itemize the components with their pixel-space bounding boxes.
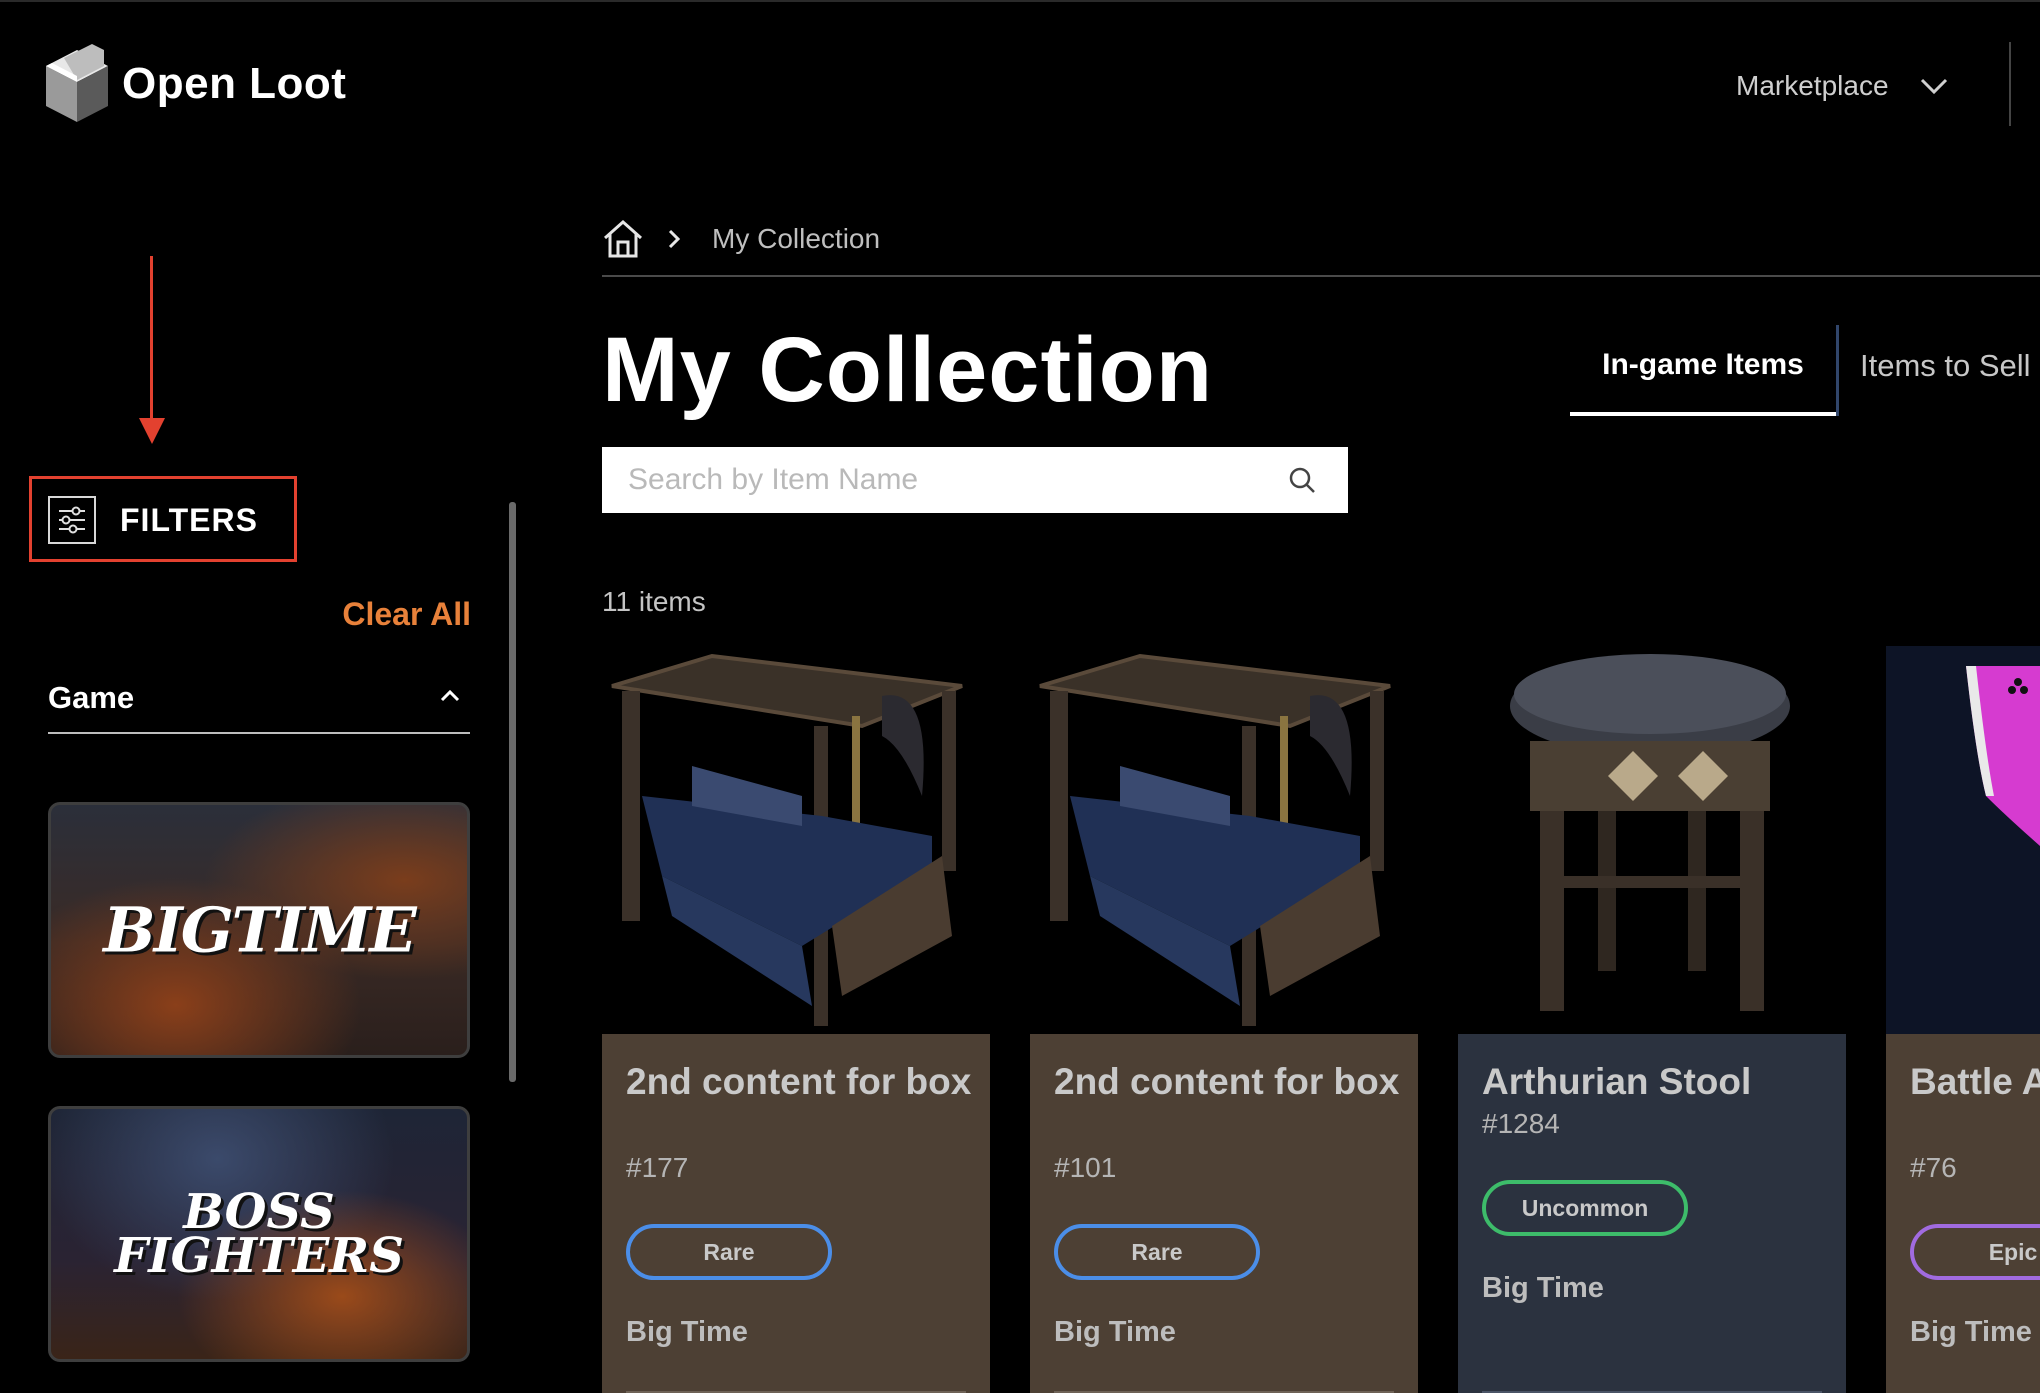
- item-card[interactable]: Battle Axe Palamedes #76 Epic Big Time: [1886, 646, 2040, 1393]
- tab-separator: [1836, 325, 1839, 416]
- logo-text: Open Loot: [122, 59, 347, 108]
- marketplace-label: Marketplace: [1736, 70, 1889, 101]
- treasure-chest-icon: [46, 44, 108, 122]
- item-name: 2nd content for box: [626, 1061, 972, 1102]
- item-id: #177: [626, 1152, 689, 1183]
- breadcrumb: My Collection: [602, 218, 880, 260]
- search-bar: [602, 447, 1348, 513]
- sidebar-scrollbar[interactable]: [509, 502, 516, 1082]
- filters-button[interactable]: FILTERS: [48, 496, 258, 544]
- tab-items-to-sell[interactable]: Items to Sell: [1860, 348, 2031, 384]
- rarity-badge: Epic: [1910, 1224, 2040, 1280]
- chevron-right-icon: [668, 229, 681, 249]
- boss-fighters-logo: BOSS FIGHTERS: [114, 1184, 404, 1284]
- item-game: Big Time: [1482, 1272, 1604, 1304]
- tab-in-game-items[interactable]: In-game Items: [1570, 344, 1836, 416]
- item-image: [1030, 646, 1418, 1034]
- search-input[interactable]: [602, 447, 1262, 513]
- game-card-boss-fighters[interactable]: BOSS FIGHTERS: [48, 1106, 470, 1362]
- rarity-badge: Rare: [1054, 1224, 1260, 1280]
- item-id: #1284: [1482, 1108, 1560, 1139]
- item-card[interactable]: 2nd content for box #177 Rare Big Time: [602, 646, 990, 1393]
- item-game: Big Time: [626, 1316, 748, 1348]
- item-id: #101: [1054, 1152, 1117, 1183]
- canopy-bed-image: [1039, 653, 1391, 1026]
- item-info: 2nd content for box #101 Rare Big Time: [1030, 1034, 1418, 1393]
- game-filter-label: Game: [48, 680, 135, 715]
- sliders-icon: [48, 496, 96, 544]
- filters-label: FILTERS: [120, 501, 258, 538]
- marketplace-menu[interactable]: Marketplace: [1736, 70, 1949, 102]
- annotation-arrow: [150, 256, 153, 424]
- item-count: 11 items: [602, 586, 706, 617]
- home-icon[interactable]: [602, 218, 644, 260]
- bigtime-logo: BIGTIME: [103, 893, 416, 967]
- item-image: [1886, 646, 2040, 1034]
- item-card[interactable]: 2nd content for box #101 Rare Big Time: [1030, 646, 1418, 1393]
- annotation-arrow-head: [139, 418, 165, 444]
- item-image: [602, 646, 990, 1034]
- nav-divider: [2009, 42, 2011, 126]
- item-name: Arthurian Stool: [1482, 1061, 1752, 1102]
- item-name: Battle Axe Palamedes: [1910, 1061, 2040, 1102]
- clear-all-button[interactable]: Clear All: [342, 596, 471, 633]
- rarity-badge: Rare: [626, 1224, 832, 1280]
- item-info: 2nd content for box #177 Rare Big Time: [602, 1034, 990, 1393]
- chevron-up-icon: [440, 689, 460, 702]
- item-info: Battle Axe Palamedes #76 Epic Big Time: [1886, 1034, 2040, 1393]
- item-card[interactable]: Arthurian Stool #1284 Uncommon Big Time: [1458, 646, 1846, 1393]
- item-id: #76: [1910, 1152, 1957, 1183]
- top-border: [0, 0, 2040, 2]
- axe-image: [1966, 666, 2040, 846]
- breadcrumb-current: My Collection: [712, 223, 881, 254]
- stool-image: [1510, 654, 1790, 1011]
- game-card-bigtime[interactable]: BIGTIME: [48, 802, 470, 1058]
- canopy-bed-image: [611, 653, 963, 1026]
- open-loot-logo[interactable]: Open Loot: [44, 44, 346, 124]
- item-game: Big Time: [1054, 1316, 1176, 1348]
- item-game: Big Time: [1910, 1316, 2032, 1348]
- game-filter-header[interactable]: Game: [48, 680, 470, 734]
- rarity-badge: Uncommon: [1482, 1180, 1688, 1236]
- page-title: My Collection: [602, 319, 1214, 421]
- item-name: 2nd content for box: [1054, 1061, 1400, 1102]
- breadcrumb-divider: [602, 275, 2040, 277]
- item-image: [1458, 646, 1846, 1034]
- chevron-down-icon: [1920, 78, 1947, 95]
- search-icon[interactable]: [1288, 466, 1316, 494]
- item-info: Arthurian Stool #1284 Uncommon Big Time: [1458, 1034, 1846, 1393]
